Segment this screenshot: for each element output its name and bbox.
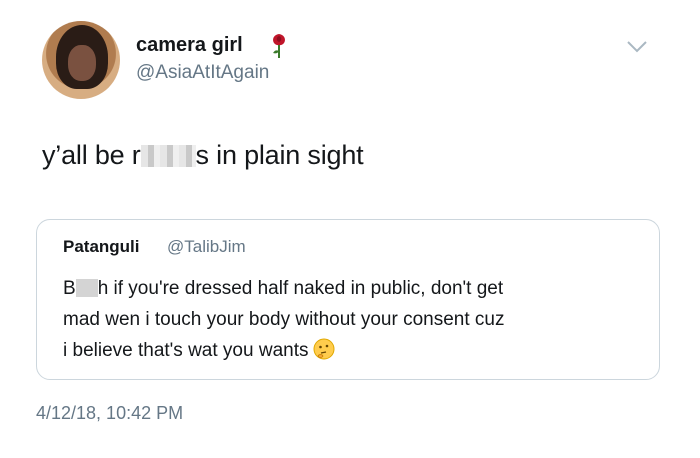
quote-text: Bh if you're dressed half naked in publi… <box>63 273 643 366</box>
avatar[interactable] <box>42 21 120 99</box>
thinking-face-icon <box>313 338 335 360</box>
censor-block <box>75 279 98 297</box>
avatar-face <box>68 45 96 81</box>
quote-display-name: Patanguli <box>63 237 140 256</box>
censor-block <box>140 145 196 167</box>
timestamp[interactable]: 4/12/18, 10:42 PM <box>36 403 183 424</box>
rose-icon <box>273 34 285 58</box>
display-name[interactable]: camera girl <box>136 34 243 57</box>
quote-handle: @TalibJim <box>167 237 246 256</box>
tweet-card: camera girl @AsiaAtItAgain y’all be r s i… <box>0 0 700 458</box>
tweet-text-after: s in plain sight <box>195 140 364 170</box>
quote-line-1: Bh if you're dressed half naked in publi… <box>63 278 504 299</box>
chevron-down-icon[interactable] <box>626 40 648 54</box>
quoted-tweet[interactable]: Patanguli @TalibJim Bh if you're dressed… <box>36 219 660 380</box>
tweet-text: y’all be r s in plain sight <box>42 140 364 171</box>
quote-line-3: i believe that's wat you wants <box>63 335 643 366</box>
tweet-text-before: y’all be r <box>42 140 141 170</box>
user-handle[interactable]: @AsiaAtItAgain <box>136 62 269 84</box>
quote-line-2: mad wen i touch your body without your c… <box>63 309 505 330</box>
